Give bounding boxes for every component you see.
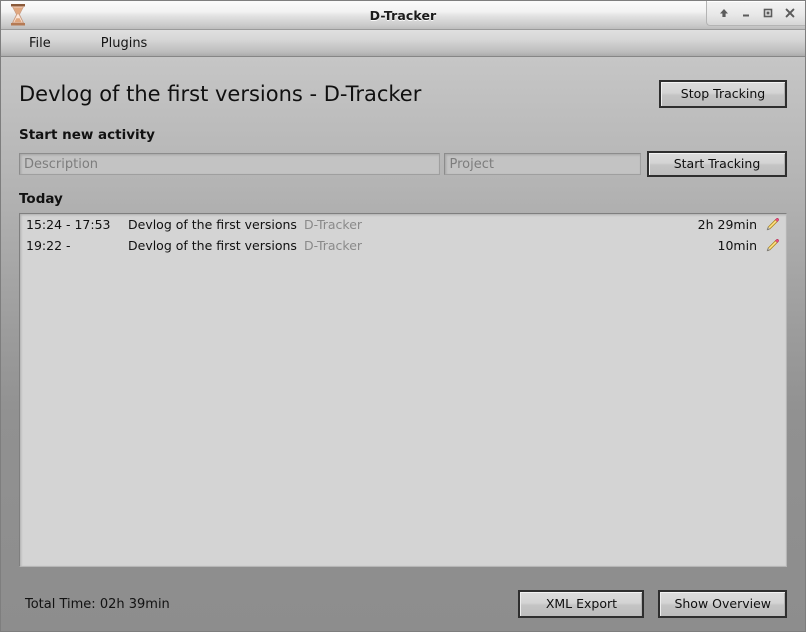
- list-item[interactable]: 15:24 - 17:53 Devlog of the first versio…: [20, 214, 786, 235]
- activity-project: D-Tracker: [303, 238, 363, 253]
- menu-item-plugins[interactable]: Plugins: [91, 33, 158, 54]
- app-window: D-Tracker File Plugins Devlog of the fir…: [0, 0, 806, 632]
- activity-description: Devlog of the first versions: [128, 217, 297, 232]
- menu-item-file[interactable]: File: [19, 33, 61, 54]
- close-button[interactable]: [779, 2, 801, 24]
- minimize-button[interactable]: [735, 2, 757, 24]
- total-time-label: Total Time: 02h 39min: [25, 596, 170, 612]
- start-new-activity-label: Start new activity: [19, 127, 155, 143]
- new-activity-form: Start Tracking: [19, 151, 787, 177]
- window-controls: [706, 1, 805, 26]
- page-title: Devlog of the first versions - D-Tracker: [19, 82, 422, 106]
- project-input[interactable]: [444, 153, 641, 175]
- description-input[interactable]: [19, 153, 441, 175]
- activity-time: 15:24 - 17:53: [26, 217, 111, 232]
- header-row: Devlog of the first versions - D-Tracker…: [19, 77, 787, 111]
- pencil-icon[interactable]: [765, 238, 780, 253]
- stop-tracking-button[interactable]: Stop Tracking: [659, 80, 787, 108]
- maximize-button[interactable]: [757, 2, 779, 24]
- activity-time: 19:22 -: [26, 238, 71, 253]
- shade-button[interactable]: [713, 2, 735, 24]
- main-content: Devlog of the first versions - D-Tracker…: [1, 57, 805, 631]
- window-title: D-Tracker: [369, 7, 437, 23]
- today-label: Today: [19, 191, 63, 207]
- menu-bar: File Plugins: [1, 30, 805, 57]
- footer-bar: Total Time: 02h 39min XML Export Show Ov…: [19, 583, 787, 631]
- start-tracking-button[interactable]: Start Tracking: [647, 151, 787, 177]
- activity-list[interactable]: 15:24 - 17:53 Devlog of the first versio…: [19, 213, 787, 567]
- activity-project: D-Tracker: [303, 217, 363, 232]
- activity-description: Devlog of the first versions: [128, 238, 297, 253]
- show-overview-button[interactable]: Show Overview: [658, 590, 787, 618]
- xml-export-button[interactable]: XML Export: [518, 590, 645, 618]
- pencil-icon[interactable]: [765, 217, 780, 232]
- list-item[interactable]: 19:22 - Devlog of the first versions D-T…: [20, 235, 786, 256]
- hourglass-icon: [7, 2, 29, 28]
- activity-duration: 2h 29min: [697, 217, 757, 232]
- title-bar: D-Tracker: [1, 1, 805, 30]
- activity-duration: 10min: [717, 238, 757, 253]
- footer-buttons: XML Export Show Overview: [518, 590, 787, 618]
